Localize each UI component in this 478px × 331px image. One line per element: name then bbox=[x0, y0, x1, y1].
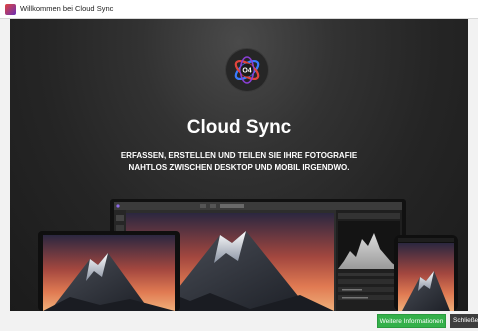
app-logo-icon bbox=[5, 4, 16, 15]
device-mockups-illustration bbox=[38, 199, 458, 311]
more-info-button[interactable]: Weitere Informationen bbox=[377, 314, 446, 328]
welcome-stage: O4 Cloud Sync ERFASSEN, ERSTELLEN UND TE… bbox=[10, 19, 468, 311]
tagline: ERFASSEN, ERSTELLEN UND TEILEN SIE IHRE … bbox=[120, 151, 358, 172]
cloud-sync-logo-icon: O4 bbox=[226, 49, 268, 91]
logo-text: O4 bbox=[242, 68, 251, 75]
page-title: Cloud Sync bbox=[186, 117, 292, 138]
tablet-mockup bbox=[38, 231, 180, 311]
window-titlebar: Willkommen bei Cloud Sync bbox=[0, 0, 478, 19]
phone-mockup bbox=[394, 235, 458, 311]
window-title: Willkommen bei Cloud Sync bbox=[20, 4, 114, 13]
close-button[interactable]: Schließen bbox=[450, 314, 478, 328]
